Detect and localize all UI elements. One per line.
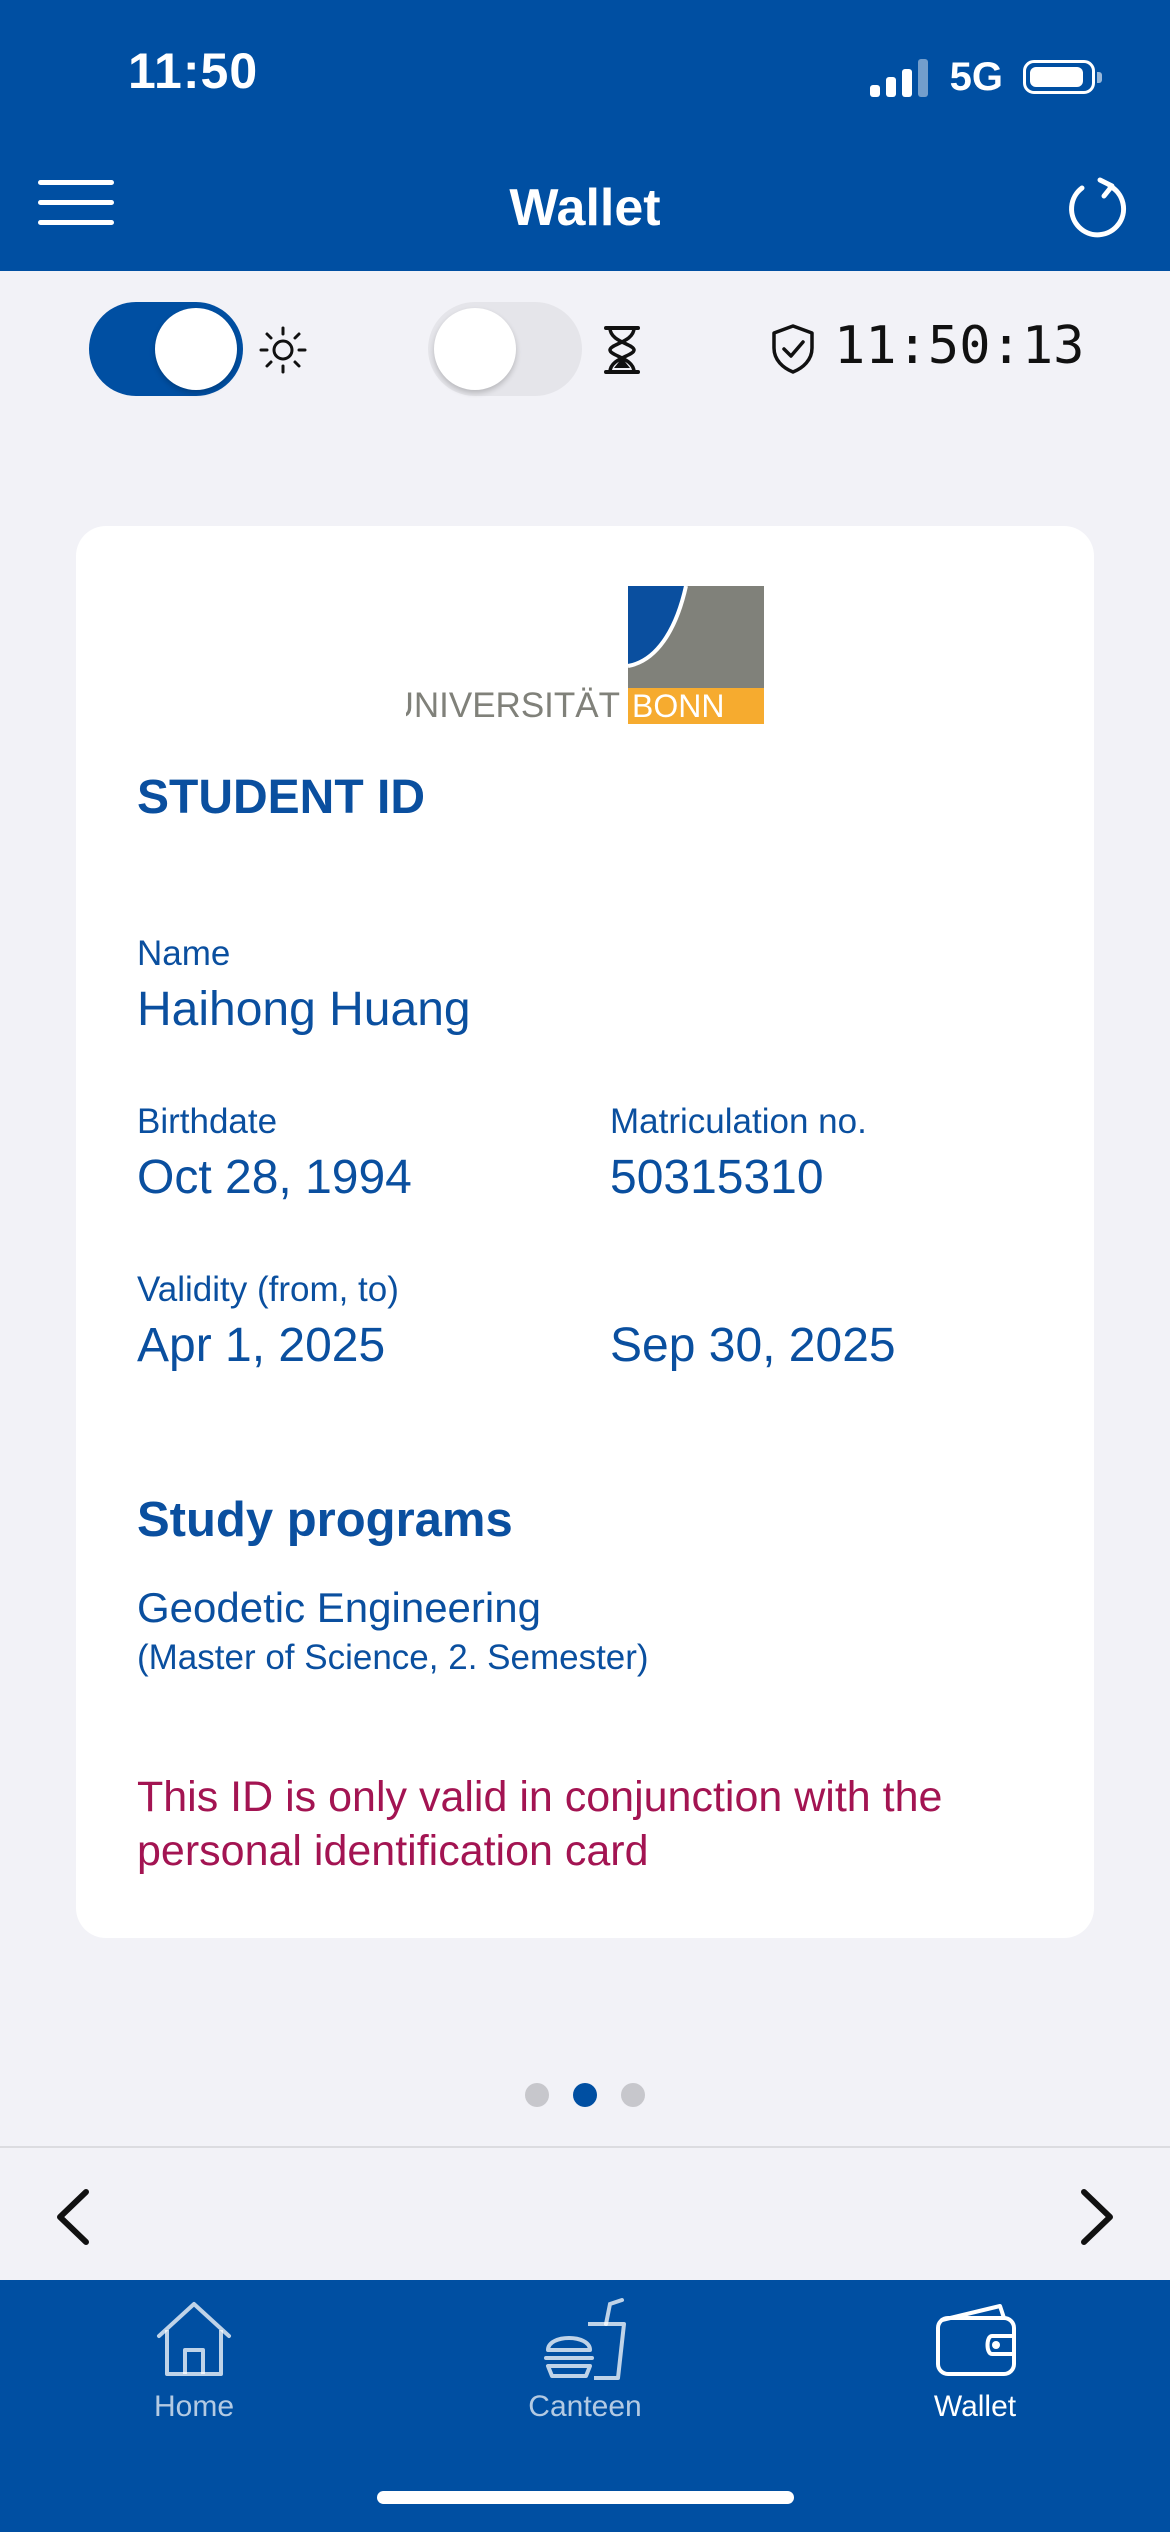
home-indicator[interactable] [377,2491,794,2504]
card-title: STUDENT ID [137,771,425,824]
study-programs-title: Study programs [137,1493,513,1547]
status-time: 11:50 [128,43,259,99]
tab-home[interactable]: Home [74,2294,314,2444]
program-name: Geodetic Engineering [137,1584,541,1631]
program-detail: (Master of Science, 2. Semester) [137,1638,649,1677]
tab-canteen[interactable]: Canteen [465,2294,705,2444]
canteen-icon [544,2298,626,2380]
page-dot-active[interactable] [573,2083,597,2107]
validity-to: Sep 30, 2025 [610,1319,896,1372]
hourglass-icon [604,326,640,374]
matriculation-value: 50315310 [610,1151,824,1204]
page-dot[interactable] [525,2083,549,2107]
name-label: Name [137,934,231,973]
validity-from: Apr 1, 2025 [137,1319,386,1372]
refresh-icon[interactable] [1060,172,1130,242]
page-indicator [0,2083,1170,2107]
name-value: Haihong Huang [137,983,471,1036]
tab-canteen-label: Canteen [528,2390,642,2423]
tab-home-label: Home [153,2390,235,2423]
university-logo: UNIVERSITÄT BONN [406,586,764,724]
pager-bar [0,2146,1170,2282]
logo-text-main: UNIVERSITÄT [406,686,620,724]
network-type: 5G [949,54,1003,99]
validity-label: Validity (from, to) [137,1270,399,1309]
page-dot[interactable] [621,2083,645,2107]
live-clock: 11:50:13 [834,316,1085,376]
shield-check-icon [772,324,814,374]
signal-icon [869,57,928,97]
tab-wallet-label: Wallet [933,2390,1017,2423]
status-indicators: 5G [869,52,1102,102]
timer-toggle[interactable] [428,302,582,396]
top-bar: 11:50 5G Wallet [0,0,1170,271]
logo-text-accent: BONN [632,688,724,724]
matriculation-label: Matriculation no. [610,1102,867,1141]
wallet-icon [936,2304,1016,2376]
birthdate-label: Birthdate [137,1102,278,1141]
chevron-left-icon[interactable] [44,2184,104,2250]
tab-bar: Home Canteen Wallet [0,2280,1170,2532]
birthdate-value: Oct 28, 1994 [137,1151,412,1204]
brightness-toggle[interactable] [89,302,243,396]
battery-icon [1023,60,1102,94]
chevron-right-icon[interactable] [1066,2184,1126,2250]
home-icon [157,2302,231,2376]
sun-icon [259,326,307,374]
controls-row: 11:50:13 [0,300,1170,400]
tab-wallet[interactable]: Wallet [855,2294,1095,2444]
validity-notice: This ID is only valid in conjunction wit… [137,1773,943,1875]
page-title: Wallet [509,179,661,237]
student-id-card: UNIVERSITÄT BONN STUDENT ID Name Haihong… [76,526,1094,1938]
